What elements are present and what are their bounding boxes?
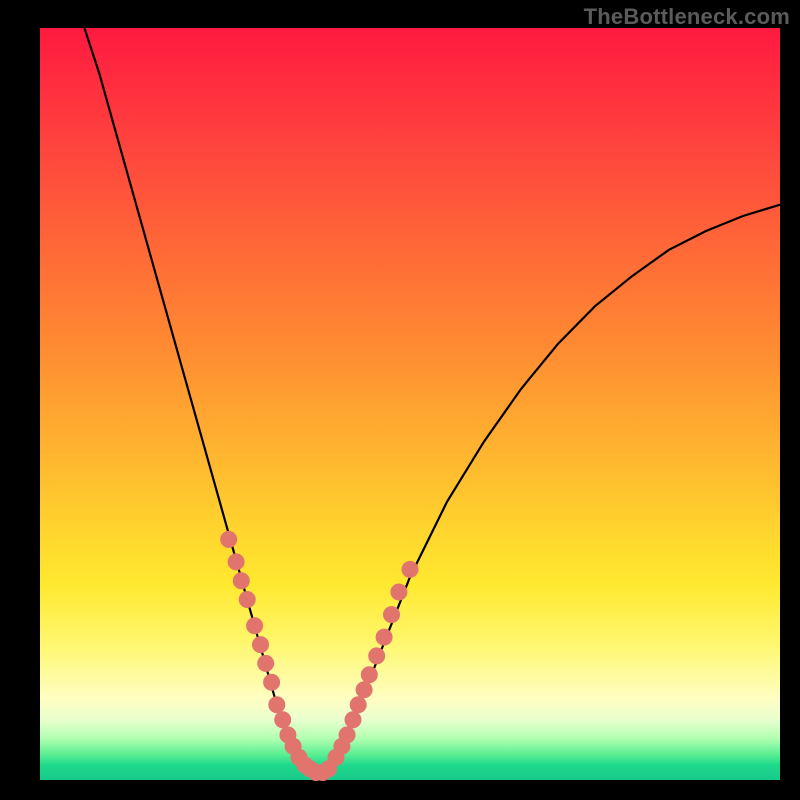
chart-overlay (40, 28, 780, 780)
scatter-dot (361, 667, 377, 683)
scatter-dot (258, 655, 274, 671)
scatter-dot-group (221, 531, 418, 780)
chart-frame: TheBottleneck.com (0, 0, 800, 800)
scatter-dot (228, 554, 244, 570)
watermark-text: TheBottleneck.com (584, 4, 790, 30)
scatter-dot (369, 648, 385, 664)
scatter-dot (345, 712, 361, 728)
scatter-dot (384, 607, 400, 623)
scatter-dot (264, 674, 280, 690)
scatter-dot (402, 561, 418, 577)
scatter-dot (356, 682, 372, 698)
scatter-dot (221, 531, 237, 547)
scatter-dot (233, 573, 249, 589)
scatter-dot (376, 629, 392, 645)
bottleneck-curve (84, 28, 780, 773)
scatter-dot (253, 637, 269, 653)
scatter-dot (275, 712, 291, 728)
scatter-dot (350, 697, 366, 713)
scatter-dot (239, 592, 255, 608)
scatter-dot (247, 618, 263, 634)
scatter-dot (269, 697, 285, 713)
scatter-dot (391, 584, 407, 600)
scatter-dot (339, 727, 355, 743)
